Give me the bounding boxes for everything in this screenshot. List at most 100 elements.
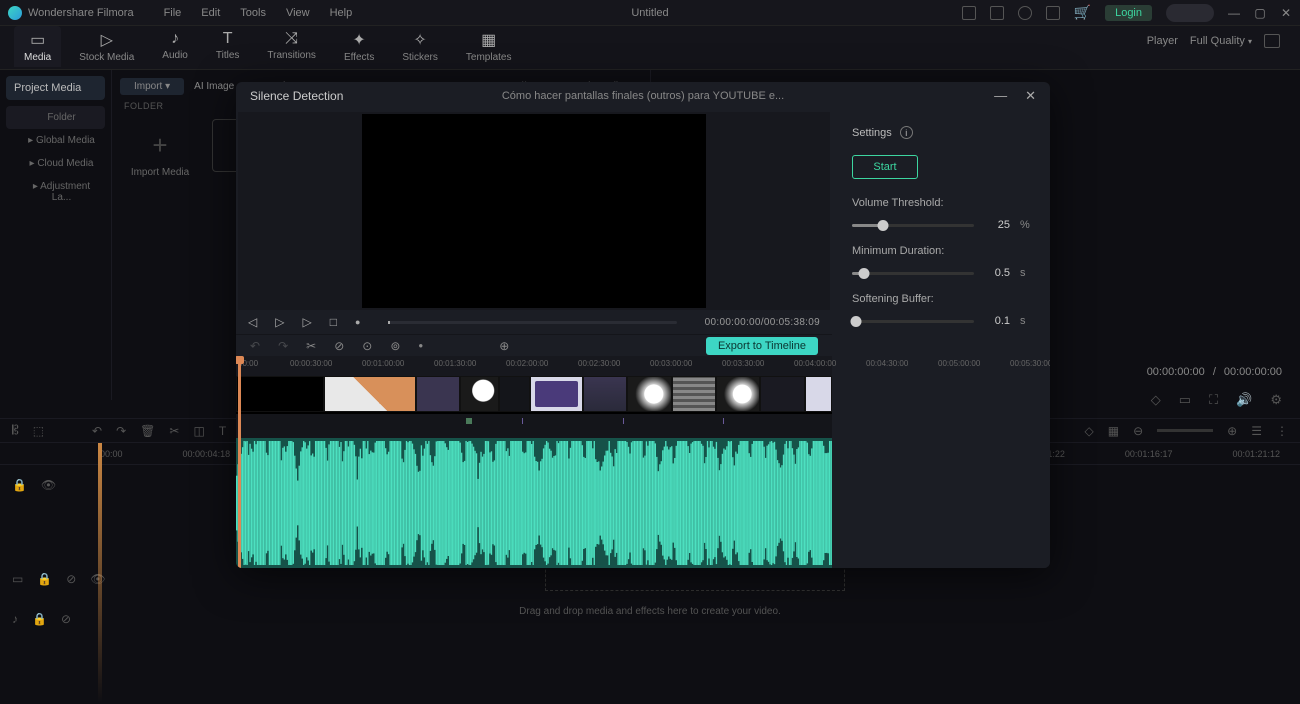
volume-threshold-value[interactable]: 25 — [984, 219, 1010, 231]
start-button[interactable]: Start — [852, 155, 918, 179]
settings-icon[interactable]: ⚙ — [1270, 392, 1282, 408]
tl-undo-icon[interactable]: ↶ — [92, 424, 102, 438]
cloud-icon[interactable] — [1018, 6, 1032, 20]
tl-text-icon[interactable]: T — [219, 424, 226, 438]
volume-threshold-label: Volume Threshold: — [852, 197, 1030, 209]
tab-media[interactable]: ▭Media — [14, 26, 61, 67]
tl-cut-icon[interactable]: ✂ — [169, 424, 179, 438]
tl-crop-icon[interactable]: ◫ — [193, 424, 204, 438]
m-cut-icon[interactable]: ✂ — [306, 339, 316, 353]
m-del-icon[interactable]: ⊘ — [334, 339, 344, 353]
tl-mixer-icon[interactable]: 𝄡 — [12, 423, 19, 438]
timecode-duration: 00:00:00:00 — [1224, 366, 1282, 378]
play-prev-icon[interactable]: ▷ — [275, 315, 284, 329]
minimum-duration-value[interactable]: 0.5 — [984, 267, 1010, 279]
templates-icon: ▦ — [481, 30, 496, 50]
step-back-icon[interactable]: ◁ — [248, 315, 257, 329]
snapshot-icon[interactable] — [1264, 34, 1280, 48]
tab-templates[interactable]: ▦Templates — [456, 26, 522, 67]
tab-transitions[interactable]: ⤨Transitions — [257, 26, 326, 67]
stickers-icon: ✧ — [413, 30, 426, 50]
m-zoom-fit-icon[interactable]: ⊕ — [499, 339, 509, 353]
audio-track-icon[interactable]: ♪ — [12, 612, 18, 626]
minimum-duration-slider[interactable] — [852, 272, 974, 275]
volume-threshold-slider[interactable] — [852, 224, 974, 227]
screen-icon[interactable] — [962, 6, 976, 20]
track-hide-icon[interactable]: ⊘ — [66, 572, 76, 586]
project-media-header[interactable]: Project Media — [6, 76, 105, 100]
tl-zoom-in-icon[interactable]: ⊕ — [1227, 424, 1237, 438]
thumb-6 — [583, 376, 627, 412]
tab-audio[interactable]: ♪Audio — [152, 26, 198, 67]
tl-zoom-slider[interactable] — [1157, 429, 1213, 432]
maximize-icon[interactable]: ▢ — [1254, 7, 1266, 19]
menu-tools[interactable]: Tools — [240, 7, 266, 19]
minimize-icon[interactable]: — — [1228, 7, 1240, 19]
m-search-icon[interactable]: ⊙ — [362, 339, 372, 353]
tab-titles[interactable]: TTitles — [206, 26, 250, 67]
track-lock-icon[interactable]: 🔒 — [37, 572, 52, 586]
tab-stickers[interactable]: ✧Stickers — [392, 26, 448, 67]
modal-ruler[interactable]: 00:00 00:00:30:00 00:01:00:00 00:01:30:0… — [236, 356, 832, 376]
cart-icon[interactable]: 🛒 — [1074, 4, 1091, 21]
m-target-icon[interactable]: ⊚ — [390, 339, 400, 353]
minimum-duration-label: Minimum Duration: — [852, 245, 1030, 257]
softening-buffer-value[interactable]: 0.1 — [984, 315, 1010, 327]
tl-more-icon[interactable]: ⋮ — [1276, 424, 1288, 438]
menu-edit[interactable]: Edit — [201, 7, 220, 19]
softening-buffer-slider[interactable] — [852, 320, 974, 323]
marker-icon[interactable]: ◇ — [1151, 392, 1161, 408]
sidebar-global-media[interactable]: ▸ Global Media — [6, 129, 105, 152]
m-undo-icon[interactable]: ↶ — [250, 339, 260, 353]
tl-delete-icon[interactable]: 🗑 — [140, 424, 155, 438]
stop-icon[interactable]: □ — [330, 315, 337, 329]
media-icon: ▭ — [30, 30, 45, 50]
import-media-slot[interactable]: + Import Media — [120, 119, 200, 189]
volume-icon[interactable]: 🔊 — [1236, 392, 1252, 408]
modal-playhead[interactable] — [238, 356, 241, 568]
lock-icon[interactable]: 🔒 — [12, 478, 27, 492]
login-button[interactable]: Login — [1105, 5, 1152, 21]
play-icon[interactable]: ▷ — [302, 315, 311, 329]
menu-view[interactable]: View — [286, 7, 310, 19]
tl-zoom-out-icon[interactable]: ⊖ — [1133, 424, 1143, 438]
tl-list-icon[interactable]: ☰ — [1251, 424, 1262, 438]
modal-minimize-icon[interactable]: — — [994, 88, 1007, 104]
tab-effects[interactable]: ✦Effects — [334, 26, 384, 67]
audio-mute-icon[interactable]: ⊘ — [61, 612, 71, 626]
m-redo-icon[interactable]: ↷ — [278, 339, 288, 353]
video-track-icon[interactable]: ▭ — [12, 572, 23, 586]
modal-waveform[interactable] — [236, 438, 832, 568]
info-icon[interactable]: i — [900, 126, 913, 139]
thumb-11 — [805, 376, 832, 412]
import-dropdown[interactable]: Import ▾ — [120, 78, 184, 95]
close-icon[interactable]: ✕ — [1280, 7, 1292, 19]
audio-lock-icon[interactable]: 🔒 — [32, 612, 47, 626]
menu-help[interactable]: Help — [330, 7, 353, 19]
record-dot-icon[interactable]: ● — [355, 317, 360, 327]
mute-icon[interactable]: 👁 — [41, 478, 56, 492]
sidebar-adjustment-layer[interactable]: ▸ Adjustment La... — [6, 175, 105, 209]
tl-grid-icon[interactable]: ▦ — [1108, 424, 1119, 438]
modal-close-icon[interactable]: ✕ — [1025, 88, 1036, 104]
thumb-8 — [672, 376, 716, 412]
player-quality-dropdown[interactable]: Full Quality ▾ — [1190, 35, 1252, 47]
tab-stock-media[interactable]: ▷Stock Media — [69, 26, 144, 67]
modal-video-track[interactable] — [236, 376, 832, 438]
scrub-bar[interactable] — [388, 321, 676, 324]
track-eye-icon[interactable]: 👁 — [90, 572, 105, 586]
menu-file[interactable]: File — [164, 7, 182, 19]
tl-select-icon[interactable]: ⬚ — [33, 424, 44, 438]
account-pill[interactable] — [1166, 4, 1214, 22]
m-dot-icon[interactable]: ● — [418, 341, 423, 350]
display-icon[interactable]: ▭ — [1179, 392, 1191, 408]
sidebar-folder[interactable]: Folder — [6, 106, 105, 129]
apps-icon[interactable] — [1046, 6, 1060, 20]
ai-image-button[interactable]: AI Image — [194, 81, 234, 92]
save-icon[interactable] — [990, 6, 1004, 20]
sidebar-cloud-media[interactable]: ▸ Cloud Media — [6, 152, 105, 175]
expand-icon[interactable]: ⛶ — [1209, 392, 1218, 408]
tl-redo-icon[interactable]: ↷ — [116, 424, 126, 438]
export-to-timeline-button[interactable]: Export to Timeline — [706, 337, 818, 355]
tl-marker-icon[interactable]: ◇ — [1085, 424, 1094, 438]
